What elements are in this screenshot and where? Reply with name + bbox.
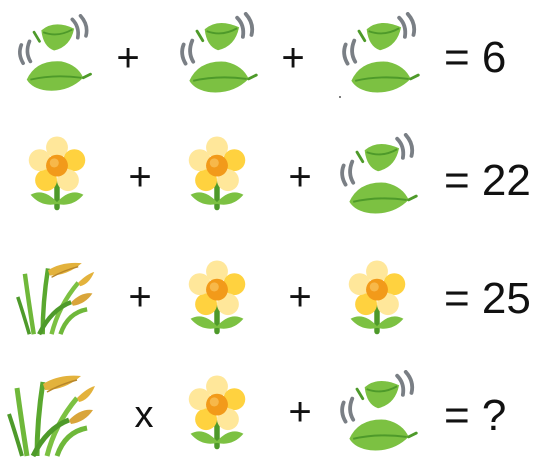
equation-row-4: x + = ? <box>0 350 543 460</box>
falling-leaves-icon <box>336 370 422 456</box>
puzzle-board: + + = 6 + + = 22 + + = 25 x + = ? <box>0 0 543 460</box>
plus-operator: + <box>128 275 152 319</box>
equation-result: = 22 <box>444 156 531 205</box>
equation-result: = ? <box>444 391 507 440</box>
stray-dot <box>339 96 341 98</box>
equation-row-2: + + = 22 <box>0 115 543 225</box>
plus-operator: + <box>288 155 312 199</box>
blossom-icon <box>176 370 258 452</box>
falling-leaves-icon <box>338 12 424 98</box>
blossom-icon <box>176 131 258 213</box>
falling-leaves-icon <box>14 14 96 96</box>
blossom-icon <box>336 255 418 337</box>
plus-operator: + <box>281 36 305 80</box>
equation-result: = 6 <box>444 33 507 82</box>
falling-leaves-icon <box>176 12 262 98</box>
equation-row-1: + + = 6 <box>0 0 543 110</box>
plus-operator: + <box>288 275 312 319</box>
plus-operator: + <box>128 155 152 199</box>
grass-sheaf-icon <box>16 255 96 337</box>
falling-leaves-icon <box>336 133 422 219</box>
equation-row-3: + + = 25 <box>0 233 543 343</box>
equation-result: = 25 <box>444 274 531 323</box>
multiply-operator: x <box>134 394 154 436</box>
grass-sheaf-icon <box>6 368 98 458</box>
blossom-icon <box>176 255 258 337</box>
plus-operator: + <box>116 36 140 80</box>
blossom-icon <box>16 131 98 213</box>
plus-operator: + <box>288 390 312 434</box>
